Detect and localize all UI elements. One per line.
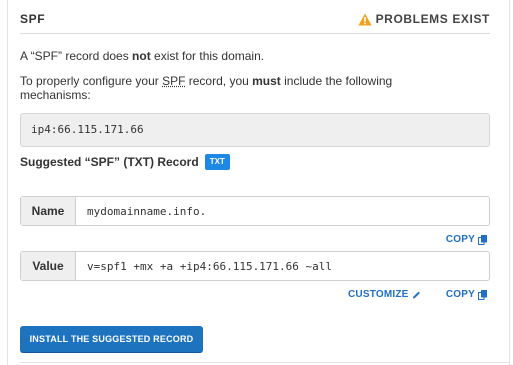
mechanisms-value: ip4:66.115.171.66: [31, 123, 144, 136]
panel-header: SPF PROBLEMS EXIST: [20, 11, 490, 34]
customize-button[interactable]: CUSTOMIZE: [348, 289, 421, 300]
name-field: Name mydomainname.info.: [20, 196, 490, 226]
status-indicator: PROBLEMS EXIST: [357, 11, 490, 27]
value-label: Value: [21, 252, 76, 280]
spf-panel: SPF PROBLEMS EXIST A “SPF” record does n…: [20, 0, 510, 365]
record-type-badge: TXT: [204, 154, 230, 170]
install-suggested-record-button[interactable]: INSTALL THE SUGGESTED RECORD: [20, 326, 203, 352]
bottom-divider: [20, 362, 510, 363]
pencil-icon: [412, 291, 420, 299]
panel-title: SPF: [20, 12, 46, 26]
record-missing-message: A “SPF” record does not exist for this d…: [20, 49, 265, 63]
left-divider: [7, 0, 8, 365]
status-text: PROBLEMS EXIST: [375, 12, 490, 26]
name-label: Name: [21, 197, 76, 225]
spf-abbreviation: SPF: [162, 74, 186, 88]
mechanisms-box: ip4:66.115.171.66: [20, 113, 490, 147]
value-field: Value v=spf1 +mx +a +ip4:66.115.171.66 ~…: [20, 251, 490, 281]
copy-value-button[interactable]: COPY: [446, 289, 487, 300]
copy-name-button[interactable]: COPY: [446, 234, 487, 245]
name-value[interactable]: mydomainname.info.: [76, 197, 489, 225]
suggested-record-heading: Suggested “SPF” (TXT) Record TXT: [20, 154, 230, 170]
mechanisms-instructions: To properly configure your SPF record, y…: [20, 74, 393, 102]
copy-icon: [478, 289, 487, 300]
right-divider: [509, 0, 510, 365]
copy-icon: [478, 234, 487, 245]
record-value[interactable]: v=spf1 +mx +a +ip4:66.115.171.66 ~all: [76, 252, 489, 280]
warning-triangle-icon: [357, 13, 372, 26]
